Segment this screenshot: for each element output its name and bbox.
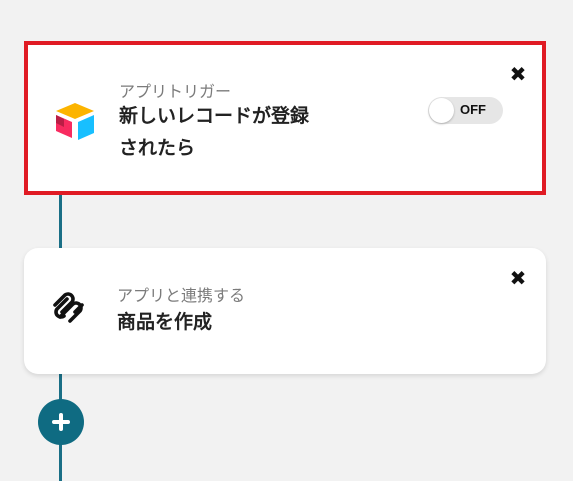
trigger-card[interactable]: アプリトリガー 新しいレコードが登録 されたら OFF ✖ <box>24 41 546 195</box>
action-card[interactable]: アプリと連携する 商品を作成 ✖ <box>24 248 546 374</box>
action-card-title: 商品を作成 <box>117 311 213 333</box>
trigger-card-title-line2: されたら <box>119 137 196 159</box>
squarespace-icon <box>49 290 89 324</box>
trigger-card-title-line1: 新しいレコードが登録 <box>119 105 310 127</box>
trigger-toggle-switch[interactable]: OFF <box>428 97 503 124</box>
close-icon[interactable]: ✖ <box>508 268 528 288</box>
connector-line-top <box>59 190 62 248</box>
trigger-card-label: アプリトリガー <box>119 82 232 101</box>
add-step-button[interactable] <box>38 399 84 445</box>
action-card-label: アプリと連携する <box>117 286 246 305</box>
toggle-knob <box>429 98 454 123</box>
connector-line-bottom <box>59 444 62 481</box>
connector-line-middle <box>59 374 62 400</box>
close-icon[interactable]: ✖ <box>508 64 528 84</box>
toggle-state-label: OFF <box>460 102 486 117</box>
airtable-icon <box>52 100 98 140</box>
